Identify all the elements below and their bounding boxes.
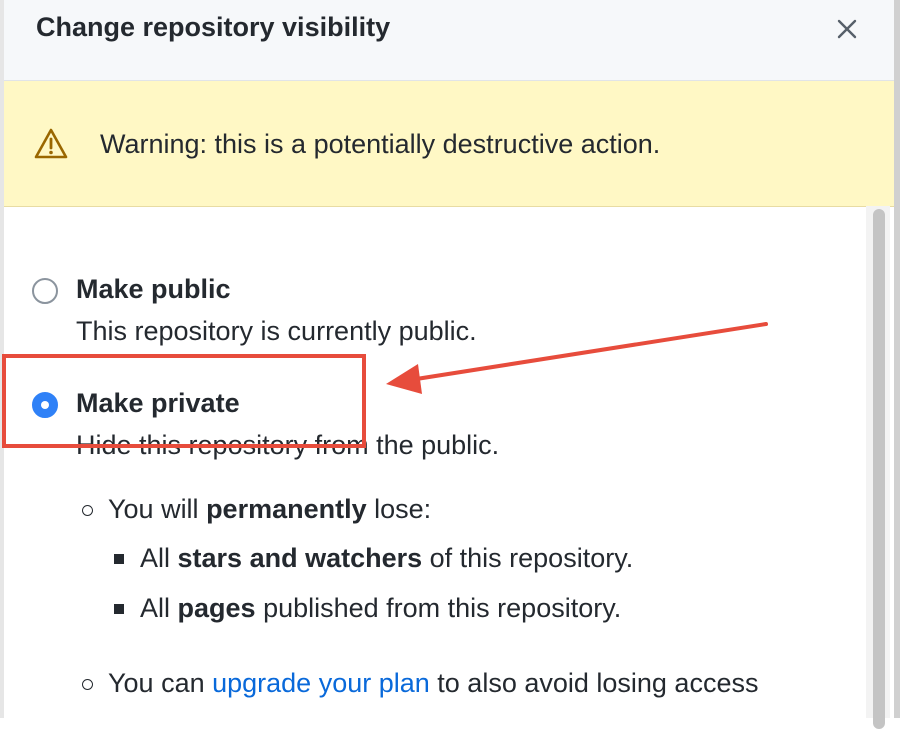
close-button[interactable] <box>832 12 862 46</box>
list-item-upgrade: You can upgrade your plan to also avoid … <box>108 668 759 698</box>
option-label[interactable]: Make public <box>76 274 231 305</box>
dialog-title: Change repository visibility <box>36 12 391 42</box>
warning-text: Warning: this is a potentially destructi… <box>100 129 661 159</box>
warning-banner: Warning: this is a potentially destructi… <box>4 81 894 207</box>
list-bullet <box>114 604 124 614</box>
close-icon <box>837 19 857 39</box>
option-description: Hide this repository from the public. <box>76 430 500 460</box>
radio-make-public[interactable] <box>32 278 58 304</box>
list-bullet <box>82 679 93 690</box>
scrollbar[interactable] <box>866 206 890 729</box>
alert-triangle-icon <box>34 128 68 159</box>
option-description: This repository is currently public. <box>76 316 477 346</box>
scrollbar-thumb[interactable] <box>873 209 885 729</box>
list-item-stars: All stars and watchers of this repositor… <box>140 543 634 573</box>
visibility-dialog: Change repository visibility Warning: th… <box>4 0 894 729</box>
list-bullet <box>114 554 124 564</box>
radio-make-private[interactable] <box>32 392 58 418</box>
upgrade-plan-link[interactable]: upgrade your plan <box>212 668 430 698</box>
list-item-lose: You will permanently lose: <box>108 494 432 524</box>
option-label[interactable]: Make private <box>76 388 240 419</box>
page-edge-right <box>894 0 900 718</box>
list-bullet <box>82 505 93 516</box>
list-item-pages: All pages published from this repository… <box>140 593 622 623</box>
dialog-header: Change repository visibility <box>4 0 894 81</box>
